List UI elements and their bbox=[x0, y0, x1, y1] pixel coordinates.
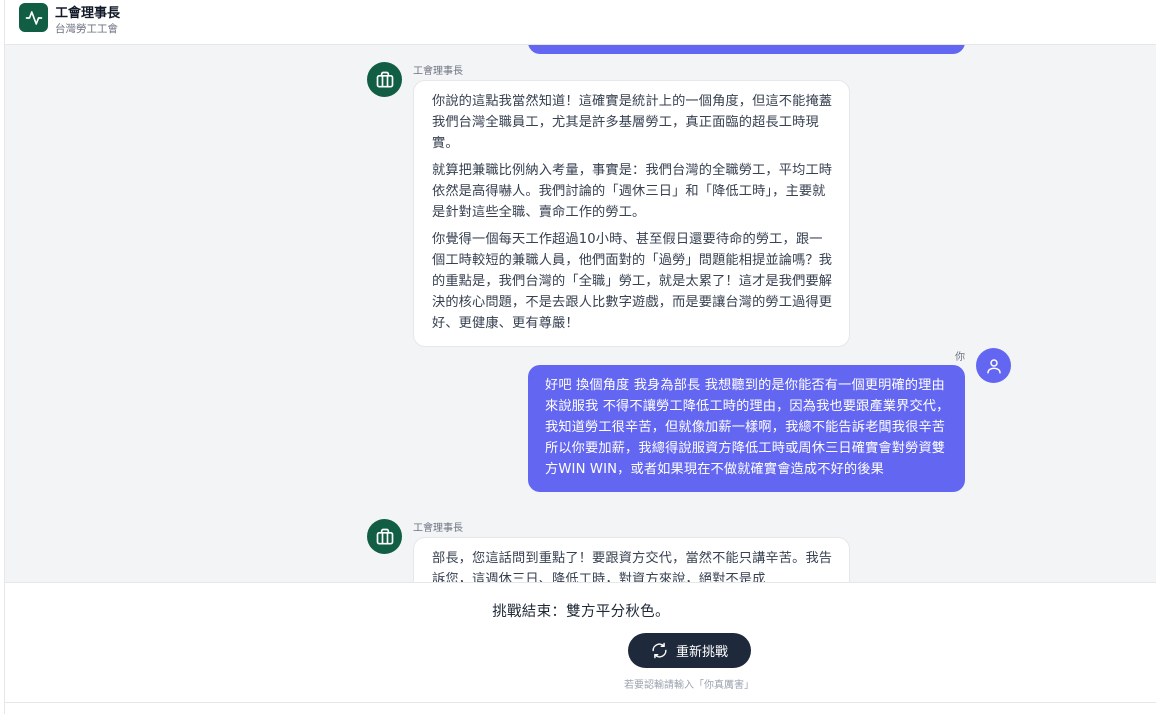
app-title: 工會理事長 bbox=[55, 6, 121, 21]
bot-message-bubble: 部長，您這話問到重點了！要跟資方交代，當然不能只講辛苦。我告訴您，這週休三日、降… bbox=[413, 537, 850, 582]
chat-area[interactable]: 工會理事長 你說的這點我當然知道！這確實是統計上的一個角度，但這不能掩蓋我們台灣… bbox=[5, 45, 1156, 582]
app-header: 工會理事長 台灣勞工工會 bbox=[5, 0, 1156, 45]
message-paragraph: 就算把兼職比例納入考量，事實是：我們台灣的全職勞工，平均工時依然是高得嚇人。我們… bbox=[432, 163, 833, 220]
user-icon bbox=[976, 348, 1011, 383]
sender-name: 工會理事長 bbox=[413, 66, 463, 77]
retry-button[interactable]: 重新挑戰 bbox=[628, 633, 751, 668]
briefcase-icon bbox=[367, 62, 402, 97]
message-paragraph: 部長，您這話問到重點了！要跟資方交代，當然不能只講辛苦。我告訴您，這週休三日、降… bbox=[432, 551, 833, 582]
message-paragraph: 你覺得一個每天工作超過10小時、甚至假日還要待命的勞工，跟一個工時較短的兼職人員… bbox=[432, 232, 833, 331]
result-text: 挑戰結束：雙方平分秋色。 bbox=[492, 604, 670, 620]
briefcase-icon bbox=[367, 519, 402, 554]
sender-name: 工會理事長 bbox=[413, 523, 463, 534]
bot-message-bubble: 你說的這點我當然知道！這確實是統計上的一個角度，但這不能掩蓋我們台灣全職員工，尤… bbox=[413, 80, 850, 347]
bottom-divider bbox=[5, 702, 1156, 714]
message-paragraph: 你說的這點我當然知道！這確實是統計上的一個角度，但這不能掩蓋我們台灣全職員工，尤… bbox=[432, 94, 833, 151]
retry-label: 重新挑戰 bbox=[675, 645, 728, 660]
user-message-bubble-partial bbox=[528, 45, 965, 54]
surrender-hint: 若要認輸請輸入「你真厲害」 bbox=[624, 680, 754, 691]
app-subtitle: 台灣勞工工會 bbox=[55, 23, 118, 35]
challenge-footer: 挑戰結束：雙方平分秋色。 重新挑戰 若要認輸請輸入「你真厲害」 bbox=[5, 582, 1156, 702]
activity-pulse-icon bbox=[19, 3, 48, 32]
user-message-bubble: 好吧 換個角度 我身為部長 我想聽到的是你能否有一個更明確的理由來說服我 不得不… bbox=[528, 365, 965, 492]
sender-name: 你 bbox=[955, 352, 965, 363]
refresh-icon bbox=[651, 642, 668, 659]
app-frame: 工會理事長 台灣勞工工會 工會理事長 你說的這點我當然知道！這確實是統計上的一個… bbox=[4, 0, 1156, 714]
